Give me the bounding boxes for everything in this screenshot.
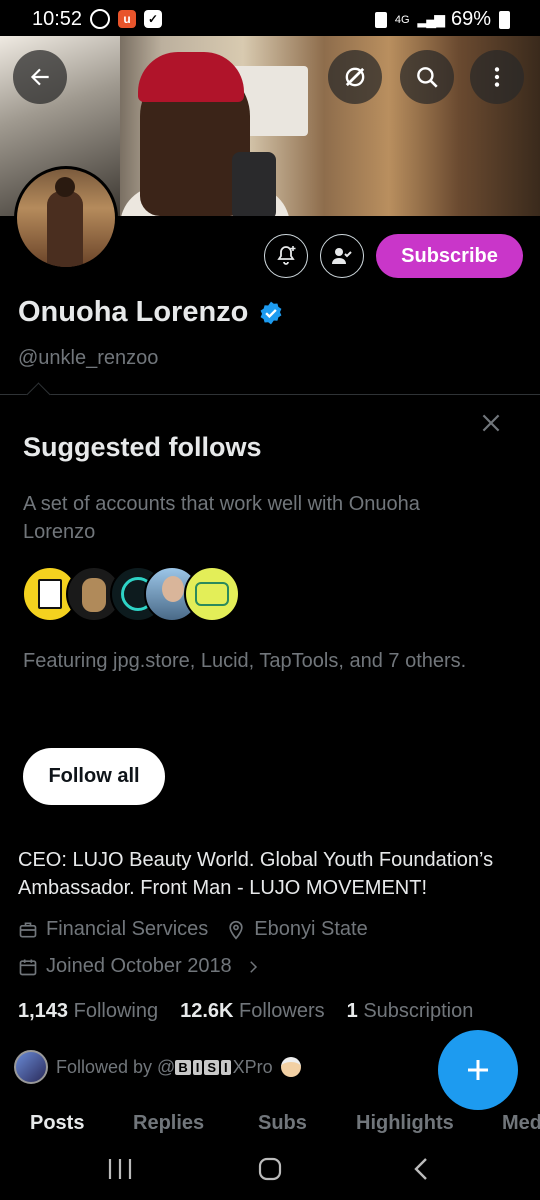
user-check-icon bbox=[332, 248, 352, 264]
signal-icon: ▂▄▆ bbox=[417, 11, 445, 27]
location-pin-icon bbox=[229, 920, 243, 940]
profile-bio: CEO: LUJO Beauty World. Global Youth Fou… bbox=[18, 849, 494, 899]
profile-location: Ebonyi State bbox=[254, 918, 368, 940]
tab-highlights[interactable]: Highlights bbox=[356, 1112, 454, 1135]
profile-avatar[interactable] bbox=[14, 166, 118, 270]
suggested-follows-title: Suggested follows bbox=[23, 432, 262, 462]
divider bbox=[0, 394, 540, 395]
following-stat[interactable]: 1,143 Following bbox=[18, 1000, 158, 1023]
notifications-button[interactable] bbox=[264, 234, 308, 278]
briefcase-icon bbox=[19, 922, 37, 937]
more-icon bbox=[494, 67, 500, 87]
emoji-icon bbox=[280, 1057, 301, 1077]
back-nav-icon[interactable] bbox=[408, 1156, 436, 1182]
follower-avatar bbox=[14, 1050, 48, 1084]
profile-meta-row: Financial Services Ebonyi State bbox=[18, 918, 368, 941]
profile-handle: @unkle_renzoo bbox=[18, 347, 159, 369]
tab-media[interactable]: Media bbox=[502, 1112, 540, 1135]
battery-percent: 69% bbox=[450, 8, 491, 30]
profile-stats: 1,143 Following 12.6K Followers 1 Subscr… bbox=[18, 1000, 473, 1023]
profile-category[interactable]: Financial Services bbox=[46, 918, 208, 941]
battery-saver-icon bbox=[374, 11, 387, 28]
back-arrow-icon bbox=[30, 68, 49, 86]
status-time: 10:52 bbox=[32, 8, 83, 30]
banner-cap bbox=[138, 52, 244, 102]
check-icon: ✓ bbox=[144, 10, 162, 28]
profile-tabs: Posts Replies Subs Highlights Media bbox=[0, 1110, 540, 1140]
avatar-green-logo[interactable] bbox=[184, 566, 240, 622]
tab-subs[interactable]: Subs bbox=[258, 1112, 307, 1135]
profile-name-row: Onuoha Lorenzo bbox=[18, 296, 284, 329]
home-icon[interactable] bbox=[256, 1156, 284, 1182]
suggested-follows-description: A set of accounts that work well with On… bbox=[23, 493, 420, 543]
chevron-right-icon bbox=[249, 960, 257, 973]
tab-replies[interactable]: Replies bbox=[133, 1112, 204, 1135]
following-button[interactable] bbox=[320, 234, 364, 278]
boxed-letter: B bbox=[175, 1059, 191, 1075]
profile-name: Onuoha Lorenzo bbox=[18, 296, 249, 328]
status-bar: 10:52 u ✓ 4G ▂▄▆ 69% bbox=[0, 0, 540, 38]
more-options-button[interactable] bbox=[470, 50, 524, 104]
subscribe-button[interactable]: Subscribe bbox=[376, 234, 523, 278]
verified-badge-icon[interactable] bbox=[258, 300, 284, 326]
back-button[interactable] bbox=[13, 50, 67, 104]
compose-post-button[interactable] bbox=[438, 1030, 518, 1110]
battery-icon bbox=[499, 10, 510, 29]
suggested-avatars[interactable] bbox=[22, 566, 242, 622]
whatsapp-icon bbox=[90, 9, 110, 29]
search-button[interactable] bbox=[400, 50, 454, 104]
grok-icon bbox=[345, 67, 365, 87]
plus-icon bbox=[468, 1060, 488, 1080]
suggested-featuring: Featuring jpg.store, Lucid, TapTools, an… bbox=[23, 650, 467, 672]
followed-by-suffix: XPro bbox=[232, 1056, 273, 1077]
tab-posts[interactable]: Posts bbox=[30, 1112, 84, 1135]
system-nav-bar bbox=[0, 1140, 540, 1200]
bell-plus-icon bbox=[277, 246, 296, 265]
boxed-letter: I bbox=[221, 1059, 231, 1075]
followers-stat[interactable]: 12.6K Followers bbox=[180, 1000, 325, 1023]
banner-phone bbox=[232, 152, 276, 216]
followed-by-row[interactable]: Followed by @ B I S I XPro bbox=[14, 1050, 301, 1084]
boxed-letter: I bbox=[192, 1059, 203, 1075]
close-icon bbox=[482, 414, 500, 432]
dismiss-suggestions-button[interactable] bbox=[478, 410, 504, 441]
recent-apps-icon[interactable] bbox=[106, 1156, 134, 1182]
subscriptions-stat[interactable]: 1 Subscription bbox=[347, 1000, 474, 1023]
search-icon bbox=[417, 67, 438, 88]
followed-by-prefix: Followed by @ bbox=[56, 1056, 176, 1077]
calendar-icon bbox=[19, 959, 37, 975]
followed-by-boxed-letters: B I S I bbox=[175, 1059, 231, 1075]
grok-button[interactable] bbox=[328, 50, 382, 104]
boxed-letter: S bbox=[204, 1059, 220, 1075]
profile-joined: Joined October 2018 bbox=[46, 955, 232, 977]
app-notification-icon: u bbox=[118, 10, 136, 28]
network-type: 4G bbox=[394, 13, 410, 26]
suggestions-caret bbox=[26, 382, 51, 407]
profile-joined-row[interactable]: Joined October 2018 bbox=[18, 955, 262, 978]
follow-all-button[interactable]: Follow all bbox=[23, 748, 165, 805]
